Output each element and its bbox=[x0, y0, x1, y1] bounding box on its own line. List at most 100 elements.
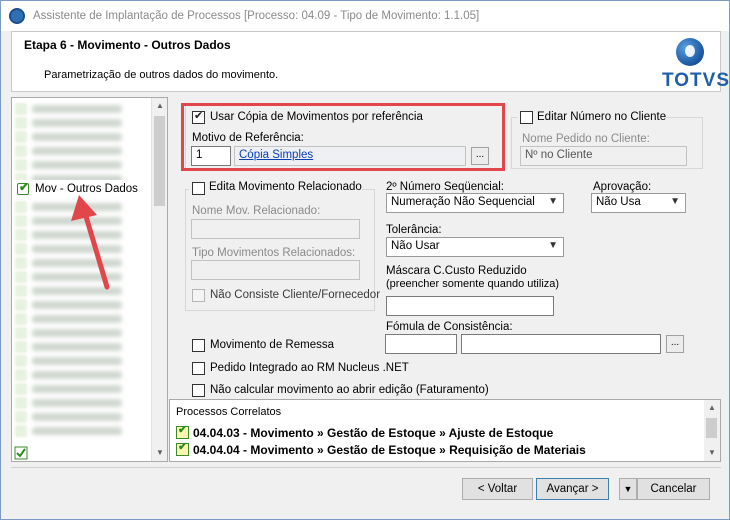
approval-label: Aprovação: bbox=[593, 181, 652, 193]
title-bar: Assistente de Implantação de Processos [… bbox=[1, 1, 729, 31]
step-title: Etapa 6 - Movimento - Outros Dados bbox=[24, 38, 231, 52]
scroll-up-icon[interactable]: ▲ bbox=[152, 98, 167, 114]
check-icon bbox=[15, 313, 27, 325]
check-icon bbox=[15, 229, 27, 241]
wizard-window: Assistente de Implantação de Processos [… bbox=[0, 0, 730, 520]
check-icon bbox=[15, 257, 27, 269]
formula-label: Fómula de Consistência: bbox=[386, 321, 513, 333]
formula-description-field[interactable] bbox=[461, 334, 661, 354]
check-icon bbox=[15, 145, 27, 157]
edit-related-checkbox[interactable] bbox=[192, 182, 205, 195]
remessa-checkbox[interactable] bbox=[192, 339, 205, 352]
no-check-checkbox[interactable] bbox=[192, 289, 205, 302]
check-icon bbox=[15, 341, 27, 353]
check-icon bbox=[15, 397, 27, 409]
process-check-icon bbox=[176, 440, 189, 456]
tree-item[interactable] bbox=[12, 368, 152, 382]
check-icon bbox=[15, 215, 27, 227]
order-name-field[interactable]: Nº no Cliente bbox=[520, 146, 687, 166]
scroll-down-icon[interactable]: ▼ bbox=[704, 445, 720, 461]
tree-item[interactable] bbox=[12, 312, 152, 326]
back-button[interactable]: < Voltar bbox=[462, 478, 533, 500]
chevron-down-icon: ▼ bbox=[670, 196, 680, 207]
check-icon bbox=[15, 355, 27, 367]
footer-divider bbox=[11, 467, 721, 468]
tree-scrollbar[interactable]: ▲ ▼ bbox=[151, 98, 167, 461]
highlight-box bbox=[181, 103, 505, 171]
check-icon bbox=[15, 299, 27, 311]
check-icon bbox=[15, 369, 27, 381]
options-dropdown-icon[interactable]: ▼ bbox=[619, 478, 637, 500]
cost-mask-field[interactable] bbox=[386, 296, 554, 316]
edit-related-label: Edita Movimento Relacionado bbox=[189, 181, 362, 193]
formula-code-field[interactable] bbox=[385, 334, 457, 354]
process-row[interactable]: 04.04.04 - Movimento » Gestão de Estoque… bbox=[176, 440, 586, 457]
scroll-thumb[interactable] bbox=[706, 418, 717, 438]
nucleus-checkbox[interactable] bbox=[192, 362, 205, 375]
edit-number-checkbox-box[interactable] bbox=[520, 111, 533, 124]
related-types-label: Tipo Movimentos Relacionados: bbox=[192, 247, 356, 259]
chevron-down-icon: ▼ bbox=[548, 196, 558, 207]
tree-item[interactable] bbox=[12, 382, 152, 396]
step-subtitle: Parametrização de outros dados do movime… bbox=[44, 69, 279, 81]
red-arrow-annotation bbox=[71, 195, 110, 290]
app-icon bbox=[9, 8, 25, 24]
related-types-field[interactable] bbox=[191, 260, 360, 280]
order-name-label: Nome Pedido no Cliente: bbox=[522, 133, 650, 145]
tree-item[interactable] bbox=[12, 354, 152, 368]
formula-lookup-button[interactable]: ... bbox=[666, 335, 684, 353]
check-icon bbox=[15, 285, 27, 297]
second-seq-select[interactable]: Numeração Não Sequencial ▼ bbox=[386, 193, 564, 213]
related-name-field[interactable] bbox=[191, 219, 360, 239]
check-icon bbox=[15, 103, 27, 115]
scroll-down-icon[interactable]: ▼ bbox=[152, 445, 167, 461]
check-icon bbox=[15, 271, 27, 283]
cost-mask-label: Máscara C.Custo Reduzido bbox=[386, 265, 527, 277]
approval-select[interactable]: Não Usa ▼ bbox=[591, 193, 686, 213]
tree-item[interactable] bbox=[12, 158, 152, 172]
tree-item[interactable] bbox=[12, 102, 152, 116]
second-seq-value: Numeração Não Sequencial bbox=[391, 196, 535, 208]
nucleus-label: Pedido Integrado ao RM Nucleus .NET bbox=[210, 362, 409, 374]
process-check-icon bbox=[176, 423, 189, 439]
check-icon bbox=[15, 243, 27, 255]
process-row[interactable]: 04.04.03 - Movimento » Gestão de Estoque… bbox=[176, 423, 553, 440]
remessa-label: Movimento de Remessa bbox=[210, 339, 334, 351]
check-icon bbox=[15, 383, 27, 395]
tree-item[interactable] bbox=[12, 410, 152, 424]
processes-title: Processos Correlatos bbox=[176, 406, 282, 418]
cost-mask-hint: (preencher somente quando utiliza) bbox=[386, 278, 560, 290]
tree-item[interactable] bbox=[12, 144, 152, 158]
check-icon bbox=[15, 159, 27, 171]
related-name-label: Nome Mov. Relacionado: bbox=[192, 205, 321, 217]
no-calc-label: Não calcular movimento ao abrir edição (… bbox=[210, 384, 489, 396]
next-button[interactable]: Avançar > bbox=[536, 478, 609, 500]
chevron-down-icon: ▼ bbox=[548, 240, 558, 251]
tolerance-select[interactable]: Não Usar ▼ bbox=[386, 237, 564, 257]
no-check-label: Não Consiste Cliente/Fornecedor bbox=[210, 289, 381, 301]
check-icon bbox=[15, 131, 27, 143]
tree-item[interactable] bbox=[12, 396, 152, 410]
processes-scrollbar[interactable]: ▲ ▼ bbox=[704, 400, 720, 461]
scroll-up-icon[interactable]: ▲ bbox=[704, 400, 720, 416]
tolerance-label: Tolerância: bbox=[386, 224, 442, 236]
wizard-header: Etapa 6 - Movimento - Outros Dados Param… bbox=[11, 31, 729, 92]
tree-item[interactable] bbox=[12, 116, 152, 130]
tree-status-icon bbox=[14, 446, 28, 460]
scroll-thumb[interactable] bbox=[154, 116, 165, 206]
tree-item[interactable] bbox=[12, 130, 152, 144]
tree-item[interactable] bbox=[12, 326, 152, 340]
check-icon bbox=[15, 201, 27, 213]
second-seq-label: 2º Número Seqüencial: bbox=[386, 181, 504, 193]
tree-item[interactable] bbox=[12, 298, 152, 312]
no-calc-checkbox[interactable] bbox=[192, 384, 205, 397]
check-icon bbox=[17, 180, 29, 195]
totvs-logo-icon bbox=[676, 38, 704, 66]
tree-item[interactable] bbox=[12, 424, 152, 438]
edit-number-label: Editar Número no Cliente bbox=[517, 111, 667, 123]
check-icon bbox=[15, 117, 27, 129]
tolerance-value: Não Usar bbox=[391, 240, 440, 252]
related-processes-panel: Processos Correlatos 04.04.03 - Moviment… bbox=[169, 399, 721, 462]
tree-item[interactable] bbox=[12, 340, 152, 354]
cancel-button[interactable]: Cancelar bbox=[637, 478, 710, 500]
